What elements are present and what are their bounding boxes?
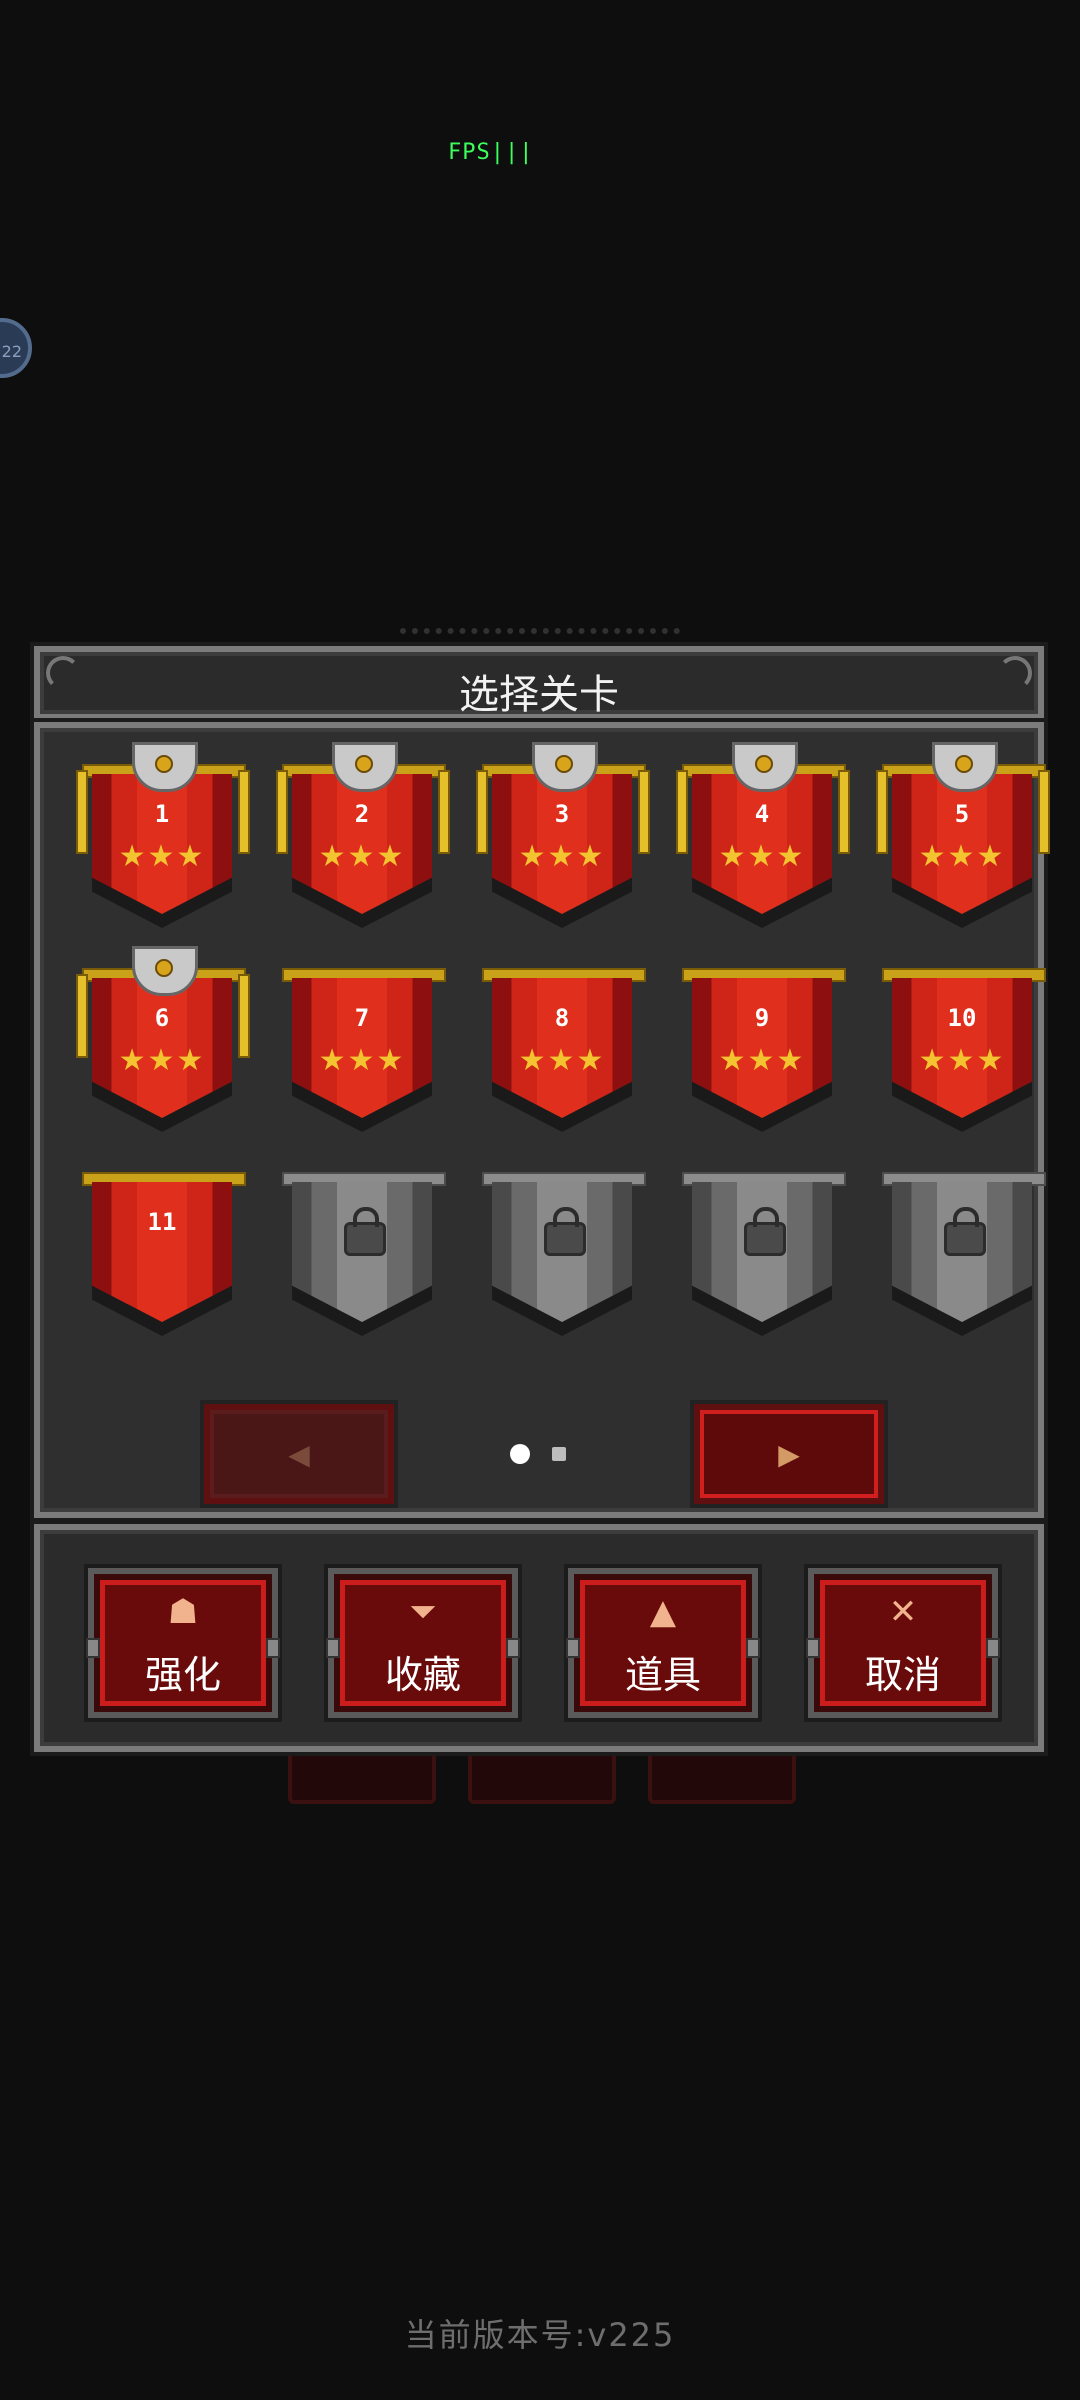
level-banner[interactable]: 8 ★★★ [462, 968, 662, 1132]
level-number: 10 [947, 1004, 977, 1032]
gold-pole [238, 974, 250, 1058]
star-rating: ★★★ [318, 839, 406, 874]
fps-counter: FPS||| [448, 140, 534, 165]
level-number: 3 [554, 800, 570, 828]
arrow-left-icon: ◀ [288, 1437, 310, 1471]
star-rating: ★★★ [918, 1043, 1006, 1078]
level-banner[interactable]: 11 [62, 1172, 262, 1336]
gold-pole [676, 770, 688, 854]
level-number: 1 [154, 800, 170, 828]
trophy-button[interactable]: ⏷ 收藏 [324, 1564, 522, 1722]
level-number: 5 [954, 800, 970, 828]
level-banner[interactable]: 7 ★★★ [262, 968, 462, 1132]
level-number: 4 [754, 800, 770, 828]
dialog-title: 选择关卡 [459, 672, 619, 718]
page-dot [552, 1447, 566, 1461]
level-number: 11 [147, 1208, 177, 1236]
gold-pole [238, 770, 250, 854]
star-rating: ★★★ [318, 1043, 406, 1078]
star-rating: ★★★ [918, 839, 1006, 874]
close-button[interactable]: ✕ 取消 [804, 1564, 1002, 1722]
level-banner[interactable]: 5 ★★★ [862, 742, 1062, 928]
action-label: 道具 [624, 1653, 701, 1697]
upgrade-icon: ☗ [167, 1592, 199, 1632]
gold-pole [76, 770, 88, 854]
level-number: 2 [354, 800, 370, 828]
lock-icon [544, 1207, 586, 1256]
level-banner-locked[interactable] [262, 1172, 462, 1336]
lock-icon [944, 1207, 986, 1256]
potion-icon: ▲ [649, 1592, 677, 1632]
gold-pole [476, 770, 488, 854]
lock-icon [744, 1207, 786, 1256]
level-grid: 1 ★★★ 2 ★★★ 3 ★★★ 4 ★★★ 5 ★★★ 6 ★★★ 7 ★★★ 8 ★★★ 9 ★★★ 10 ★★… [62, 742, 1050, 1336]
trophy-icon: ⏷ [409, 1592, 437, 1632]
level-select-panel: 1 ★★★ 2 ★★★ 3 ★★★ 4 ★★★ 5 ★★★ 6 ★★★ 7 ★★★ 8 ★★★ 9 ★★★ 10 ★★… [30, 718, 1050, 1522]
level-banner-locked[interactable] [862, 1172, 1062, 1336]
next-page-button[interactable]: ▶ [690, 1400, 888, 1508]
arrow-right-icon: ▶ [778, 1437, 800, 1471]
action-label: 强化 [144, 1653, 221, 1697]
star-rating: ★★★ [718, 839, 806, 874]
star-rating: ★★★ [718, 1043, 806, 1078]
level-banner[interactable]: 9 ★★★ [662, 968, 862, 1132]
star-rating: ★★★ [518, 839, 606, 874]
page-indicator [510, 1444, 566, 1464]
lock-icon [344, 1207, 386, 1256]
action-label: 收藏 [384, 1653, 461, 1697]
level-number: 8 [554, 1004, 570, 1032]
action-bar: ☗ 强化 ⏷ 收藏 ▲ 道具 ✕ 取消 [30, 1520, 1048, 1756]
level-banner[interactable]: 3 ★★★ [462, 742, 662, 928]
level-number: 7 [354, 1004, 370, 1032]
potion-button[interactable]: ▲ 道具 [564, 1564, 762, 1722]
level-banner[interactable]: 6 ★★★ [62, 946, 262, 1132]
level-number: 6 [154, 1004, 170, 1032]
star-rating: ★★★ [118, 839, 206, 874]
star-rating: ★★★ [118, 1043, 206, 1078]
action-label: 取消 [864, 1653, 941, 1697]
level-banner[interactable]: 1 ★★★ [62, 742, 262, 928]
gold-pole [1038, 770, 1050, 854]
star-rating: ★★★ [518, 1043, 606, 1078]
floating-assist-badge[interactable]: 22 [0, 318, 32, 378]
gold-pole [438, 770, 450, 854]
close-icon: ✕ [888, 1592, 918, 1632]
gold-pole [876, 770, 888, 854]
level-banner[interactable]: 2 ★★★ [262, 742, 462, 928]
page-dot-active [510, 1444, 530, 1464]
level-banner-locked[interactable] [662, 1172, 862, 1336]
gold-pole [638, 770, 650, 854]
level-banner-locked[interactable] [462, 1172, 662, 1336]
level-banner[interactable]: 10 ★★★ [862, 968, 1062, 1132]
gold-pole [76, 974, 88, 1058]
version-label: 当前版本号:v225 [404, 2316, 676, 2354]
dialog-title-bar: 选择关卡 [30, 642, 1048, 724]
level-number: 9 [754, 1004, 770, 1032]
gold-pole [276, 770, 288, 854]
level-banner[interactable]: 4 ★★★ [662, 742, 862, 928]
upgrade-button[interactable]: ☗ 强化 [84, 1564, 282, 1722]
gold-pole [838, 770, 850, 854]
prev-page-button[interactable]: ◀ [200, 1400, 398, 1508]
